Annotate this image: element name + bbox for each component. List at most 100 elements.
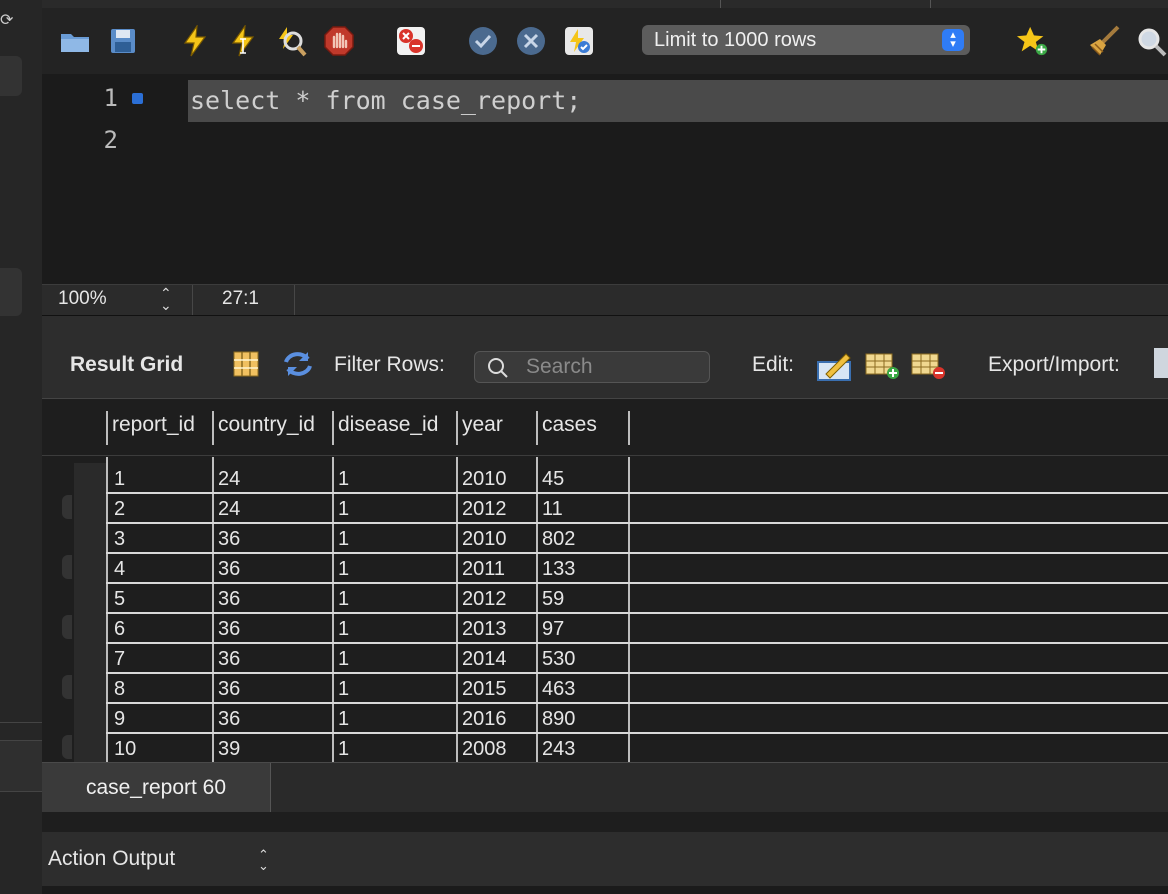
table-cell[interactable]: 1 [338, 708, 349, 731]
table-cell[interactable]: 36 [218, 678, 240, 701]
table-cell[interactable]: 2016 [462, 708, 507, 731]
add-row-icon[interactable] [864, 350, 900, 385]
table-cell[interactable]: 36 [218, 558, 240, 581]
export-icon[interactable] [1154, 348, 1168, 378]
table-cell[interactable]: 530 [542, 648, 575, 671]
table-cell[interactable]: 59 [542, 588, 564, 611]
table-row[interactable]: 7 36 1 2014 530 [74, 643, 1168, 673]
grid-view-icon[interactable] [232, 350, 260, 383]
table-cell[interactable]: 1 [338, 738, 349, 761]
table-cell[interactable]: 1 [114, 468, 125, 491]
table-cell[interactable]: 463 [542, 678, 575, 701]
table-cell[interactable]: 1 [338, 588, 349, 611]
bookmark-icon[interactable] [1016, 24, 1050, 58]
table-cell[interactable]: 36 [218, 588, 240, 611]
table-cell[interactable]: 133 [542, 558, 575, 581]
table-cell[interactable]: 39 [218, 738, 240, 761]
row-selector[interactable] [62, 555, 72, 579]
zoom-level[interactable]: 100% [58, 288, 107, 310]
table-cell[interactable]: 243 [542, 738, 575, 761]
result-grid[interactable]: report_id country_id disease_id year cas… [42, 398, 1168, 763]
open-folder-icon[interactable] [58, 24, 92, 58]
table-row[interactable]: 8 36 1 2015 463 [62, 673, 1168, 703]
find-icon[interactable] [1134, 24, 1168, 58]
row-header[interactable] [74, 703, 106, 733]
sql-code-text[interactable]: select * from case_report; [190, 82, 581, 120]
output-type-select[interactable]: Action Output [48, 847, 175, 871]
table-cell[interactable]: 1 [338, 648, 349, 671]
commit-icon[interactable] [466, 24, 500, 58]
explain-icon[interactable] [274, 24, 308, 58]
table-cell[interactable]: 2010 [462, 468, 507, 491]
table-cell[interactable]: 11 [542, 498, 563, 521]
table-cell[interactable]: 2013 [462, 618, 507, 641]
row-selector[interactable] [62, 495, 72, 519]
sidebar-search-field[interactable] [0, 56, 22, 96]
table-cell[interactable]: 802 [542, 528, 575, 551]
table-cell[interactable]: 10 [114, 738, 136, 761]
row-header[interactable] [74, 613, 106, 643]
table-row[interactable]: 2 24 1 2012 11 [62, 493, 1168, 523]
table-row[interactable]: 10 39 1 2008 243 [62, 733, 1168, 763]
edit-row-icon[interactable] [816, 350, 852, 387]
table-cell[interactable]: 1 [338, 558, 349, 581]
table-cell[interactable]: 2014 [462, 648, 507, 671]
row-header[interactable] [74, 733, 106, 763]
column-header[interactable]: report_id [112, 413, 195, 445]
column-header[interactable]: country_id [218, 413, 315, 445]
result-tab[interactable]: case_report 60 [42, 763, 271, 813]
table-cell[interactable]: 2015 [462, 678, 507, 701]
row-header[interactable] [74, 673, 106, 703]
table-row[interactable]: 4 36 1 2011 133 [62, 553, 1168, 583]
table-row[interactable]: 3 36 1 2010 802 [74, 523, 1168, 553]
table-row[interactable]: 5 36 1 2012 59 [74, 583, 1168, 613]
row-selector[interactable] [62, 675, 72, 699]
row-header[interactable] [74, 643, 106, 673]
row-header[interactable] [74, 583, 106, 613]
save-icon[interactable] [106, 24, 140, 58]
table-cell[interactable]: 5 [114, 588, 125, 611]
table-cell[interactable]: 1 [338, 678, 349, 701]
sidebar-refresh-icon[interactable]: ⟳ [0, 10, 13, 30]
table-cell[interactable]: 4 [114, 558, 125, 581]
table-cell[interactable]: 36 [218, 648, 240, 671]
table-cell[interactable]: 1 [338, 468, 349, 491]
table-cell[interactable]: 890 [542, 708, 575, 731]
table-cell[interactable]: 6 [114, 618, 125, 641]
table-cell[interactable]: 36 [218, 528, 240, 551]
table-cell[interactable]: 2008 [462, 738, 507, 761]
table-cell[interactable]: 2010 [462, 528, 507, 551]
table-cell[interactable]: 2 [114, 498, 125, 521]
execute-current-icon[interactable] [226, 24, 260, 58]
row-selector[interactable] [62, 615, 72, 639]
table-row[interactable]: 9 36 1 2016 890 [74, 703, 1168, 733]
table-row[interactable]: 1 24 1 2010 45 [74, 463, 1168, 493]
chevron-updown-icon[interactable]: ⌃ ⌄ [258, 848, 269, 872]
refresh-icon[interactable] [282, 350, 314, 383]
autocommit-icon[interactable] [562, 24, 596, 58]
result-grid-label[interactable]: Result Grid [70, 353, 183, 377]
row-header[interactable] [74, 463, 106, 493]
table-row[interactable]: 6 36 1 2013 97 [62, 613, 1168, 643]
stop-icon[interactable] [322, 24, 356, 58]
table-cell[interactable]: 2012 [462, 498, 507, 521]
table-cell[interactable]: 7 [114, 648, 125, 671]
table-cell[interactable]: 24 [218, 498, 240, 521]
table-cell[interactable]: 97 [542, 618, 564, 641]
column-header[interactable]: disease_id [338, 413, 438, 445]
limit-rows-select[interactable]: Limit to 1000 rows ▴ ▾ [642, 25, 970, 55]
table-cell[interactable]: 45 [542, 468, 564, 491]
row-header[interactable] [74, 493, 106, 523]
sidebar-tab[interactable] [0, 740, 42, 792]
table-cell[interactable]: 9 [114, 708, 125, 731]
column-header[interactable]: year [462, 413, 503, 445]
row-header[interactable] [74, 553, 106, 583]
sidebar-selected-item[interactable] [0, 268, 22, 316]
table-cell[interactable]: 1 [338, 528, 349, 551]
toggle-error-icon[interactable] [394, 24, 428, 58]
table-cell[interactable]: 8 [114, 678, 125, 701]
table-cell[interactable]: 2011 [462, 558, 505, 581]
table-cell[interactable]: 3 [114, 528, 125, 551]
column-header[interactable]: cases [542, 413, 597, 445]
table-cell[interactable]: 1 [338, 618, 349, 641]
